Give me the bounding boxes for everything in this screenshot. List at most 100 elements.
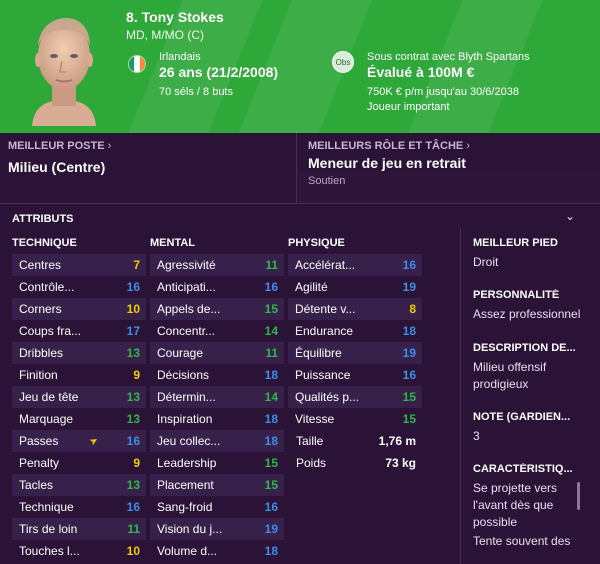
attribute-row[interactable]: Jeu de tête 13 [12, 386, 146, 408]
attribute-row[interactable]: Vision du j... 19 [150, 518, 284, 540]
attribute-name: Contrôle... [19, 280, 75, 294]
technique-header: TECHNIQUE [12, 237, 77, 249]
attribute-row[interactable]: Centres 7 [12, 254, 146, 276]
best-position-label[interactable]: MEILLEUR POSTE › [8, 140, 111, 152]
chevron-right-icon: › [107, 140, 112, 152]
preferred-foot-value: Droit [473, 255, 499, 269]
attribute-row[interactable]: Coups fra... 17 [12, 320, 146, 342]
weight-label: Poids [296, 456, 327, 470]
attribute-value: 18 [264, 412, 278, 426]
best-position-value: Milieu (Centre) [8, 159, 106, 175]
attribute-name: Endurance [295, 324, 354, 338]
attribute-value: 18 [264, 368, 278, 382]
attribute-row[interactable]: Finition 9 [12, 364, 146, 386]
attribute-value: 18 [402, 324, 416, 338]
attribute-value: 14 [264, 390, 278, 404]
attribute-name: Agilité [295, 280, 328, 294]
physique-table: Accélérat... 16 Agilité 19 Détente v... 8 Endu… [288, 254, 422, 430]
attribute-value: 11 [265, 258, 278, 272]
attribute-row[interactable]: Penalty 9 [12, 452, 146, 474]
attribute-row[interactable]: Dribbles 13 [12, 342, 146, 364]
attribute-value: 13 [126, 346, 140, 360]
attribute-row[interactable]: Contrôle... 16 [12, 276, 146, 298]
player-positions: MD, M/MO (C) [126, 28, 204, 42]
contract-status[interactable]: Sous contrat avec Blyth Spartans [367, 51, 530, 63]
attribute-name: Leadership [157, 456, 217, 470]
attribute-name: Jeu de tête [19, 390, 79, 404]
media-description-label: DESCRIPTION DE... [473, 342, 576, 354]
attribute-value: 10 [126, 302, 140, 316]
attribute-name: Tirs de loin [19, 522, 78, 536]
preferred-foot: MEILLEUR PIED Droit [473, 237, 585, 271]
attribute-row[interactable]: Vitesse 15 [288, 408, 422, 430]
attribute-row[interactable]: Marquage 13 [12, 408, 146, 430]
rating-value: 3 [473, 429, 480, 443]
attribute-row[interactable]: Accélérat... 16 [288, 254, 422, 276]
attribute-value: 11 [265, 346, 278, 360]
weight-value: 73 kg [385, 456, 416, 470]
media-description: DESCRIPTION DE... Milieu offensif prodig… [473, 342, 585, 393]
ireland-flag-icon [128, 55, 146, 73]
attribute-value: 14 [264, 324, 278, 338]
attribute-row[interactable]: Agilité 19 [288, 276, 422, 298]
attribute-row[interactable]: Détente v... 8 [288, 298, 422, 320]
attribute-row[interactable]: Concentr... 14 [150, 320, 284, 342]
attribute-row[interactable]: Décisions 18 [150, 364, 284, 386]
best-role-label[interactable]: MEILLEURS RÔLE ET TÂCHE › [308, 140, 470, 152]
attribute-row[interactable]: Leadership 15 [150, 452, 284, 474]
attribute-row[interactable]: Appels de... 15 [150, 298, 284, 320]
scout-badge-icon[interactable]: Obs [332, 51, 354, 73]
trait-item: Se projette vers l'avant dès que possibl… [473, 481, 558, 529]
attribute-row[interactable]: Agressivité 11 [150, 254, 284, 276]
attribute-value: 19 [402, 280, 416, 294]
traits-scrollbar[interactable] [577, 482, 580, 510]
attribute-row[interactable]: Touches l... 10 [12, 540, 146, 562]
attribute-name: Technique [19, 500, 74, 514]
attribute-row[interactable]: Endurance 18 [288, 320, 422, 342]
attribute-name: Inspiration [157, 412, 213, 426]
attribute-row[interactable]: Placement 15 [150, 474, 284, 496]
attribute-value: 16 [402, 368, 416, 382]
attribute-value: 16 [402, 258, 416, 272]
attribute-row[interactable]: Équilibre 19 [288, 342, 422, 364]
attribute-row[interactable]: Passes ➤ 16 [12, 430, 146, 452]
attribute-value: 13 [126, 390, 140, 404]
attribute-name: Accélérat... [295, 258, 356, 272]
attribute-value: 11 [127, 522, 140, 536]
height-value: 1,76 m [378, 434, 416, 448]
attribute-value: 16 [126, 280, 140, 294]
attribute-row[interactable]: Jeu collec... 18 [150, 430, 284, 452]
attribute-value: 13 [126, 478, 140, 492]
attribute-row[interactable]: Détermin... 14 [150, 386, 284, 408]
mental-table: Agressivité 11 Anticipati... 16 Appels de...… [150, 254, 284, 562]
attribute-row[interactable]: Anticipati... 16 [150, 276, 284, 298]
best-position-panel[interactable]: MEILLEUR POSTE › Milieu (Centre) [0, 133, 297, 203]
attribute-row[interactable]: Qualités p... 15 [288, 386, 422, 408]
best-role-panel[interactable]: MEILLEURS RÔLE ET TÂCHE › Meneur de jeu e… [298, 133, 600, 203]
attribute-row[interactable]: Inspiration 18 [150, 408, 284, 430]
attribute-name: Vitesse [295, 412, 335, 426]
attribute-name: Placement [157, 478, 214, 492]
attribute-row[interactable]: Tirs de loin 11 [12, 518, 146, 540]
attribute-name: Centres [19, 258, 62, 272]
attribute-name: Détermin... [157, 390, 216, 404]
attribute-name: Dribbles [19, 346, 64, 360]
attribute-row[interactable]: Corners 10 [12, 298, 146, 320]
attribute-row[interactable]: Volume d... 18 [150, 540, 284, 562]
attribute-value: 18 [264, 434, 278, 448]
attribute-value: 17 [126, 324, 140, 338]
player-value: Évalué à 100M € [367, 64, 475, 80]
attribute-value: 9 [133, 456, 140, 470]
personality-label: PERSONNALITÉ [473, 289, 560, 301]
attribute-row[interactable]: Sang-froid 16 [150, 496, 284, 518]
attribute-name: Tacles [19, 478, 54, 492]
attribute-row[interactable]: Technique 16 [12, 496, 146, 518]
nationality-label[interactable]: Irlandais [159, 51, 201, 63]
attribute-row[interactable]: Courage 11 [150, 342, 284, 364]
best-role-value: Meneur de jeu en retrait [308, 155, 466, 171]
chevron-down-icon[interactable]: ⌄ [565, 209, 575, 223]
attribute-row[interactable]: Puissance 16 [288, 364, 422, 386]
player-header: 8. Tony Stokes MD, M/MO (C) Irlandais 26… [0, 0, 600, 133]
attribute-row[interactable]: Tacles 13 [12, 474, 146, 496]
player-name: 8. Tony Stokes [126, 9, 224, 25]
